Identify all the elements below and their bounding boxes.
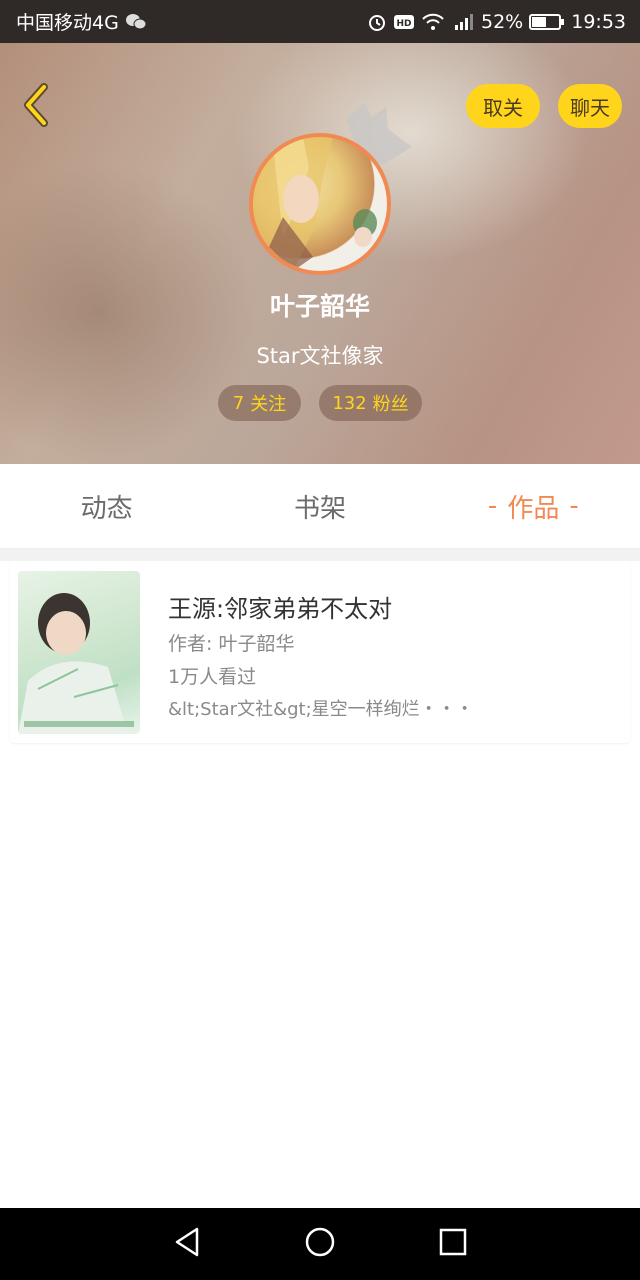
nav-recents-button[interactable] (429, 1220, 477, 1268)
following-label: 关注 (250, 394, 287, 415)
status-right: HD 52% 19:53 (367, 11, 626, 33)
following-chip[interactable]: 7 关注 (218, 385, 301, 421)
back-triangle-icon (172, 1226, 202, 1262)
book-card[interactable]: 王源:邻家弟弟不太对 作者: 叶子韶华 1万人看过 &lt;Star文社&gt;… (10, 561, 630, 743)
fans-label: 粉丝 (372, 394, 409, 415)
recents-square-icon (438, 1227, 468, 1261)
wifi-icon (421, 12, 445, 32)
profile-org: Star文社像家 (256, 344, 384, 368)
battery-percent: 52% (481, 10, 524, 33)
hd-icon: HD (393, 13, 415, 31)
fans-chip[interactable]: 132 粉丝 (319, 385, 422, 421)
chat-button[interactable]: 聊天 (558, 84, 622, 128)
tab-active-dash-left: - (487, 491, 498, 521)
tab-label: 动态 (80, 493, 133, 524)
clock: 19:53 (571, 10, 626, 33)
tab-bookshelf[interactable]: 书架 (213, 464, 426, 548)
fans-count: 132 (332, 392, 367, 414)
book-title: 王源:邻家弟弟不太对 (168, 595, 393, 623)
tab-label: 作品 (507, 493, 560, 524)
tab-active-dash-right: - (569, 491, 579, 521)
back-button[interactable] (14, 83, 58, 131)
tab-activity[interactable]: 动态 (0, 464, 213, 548)
book-author: 作者: 叶子韶华 (168, 633, 295, 655)
signal-icon (451, 12, 475, 32)
profile-name: 叶子韶华 (269, 292, 370, 321)
tab-label: 书架 (293, 493, 346, 524)
unfollow-button[interactable]: 取关 (466, 84, 540, 128)
status-left: 中国移动4G (16, 8, 147, 35)
divider-strip (0, 549, 640, 561)
home-circle-icon (304, 1226, 336, 1262)
tab-works[interactable]: - 作品 - (427, 464, 640, 548)
alarm-icon (367, 12, 387, 32)
svg-text:HD: HD (396, 19, 411, 29)
book-cover[interactable] (18, 571, 140, 734)
book-views: 1万人看过 (168, 666, 257, 688)
status-bar: 中国移动4G HD 52% 19:53 (0, 0, 640, 43)
profile-header: 取关 聊天 叶子韶华 Star文社像家 7 关注 132 粉丝 (0, 43, 640, 464)
system-nav-bar (0, 1208, 640, 1280)
battery-icon (529, 13, 565, 31)
book-description: &lt;Star文社&gt;星空一样绚烂・・・ (168, 699, 474, 720)
avatar[interactable] (249, 133, 391, 275)
carrier-label: 中国移动4G (16, 12, 119, 34)
wechat-icon (125, 13, 147, 31)
following-count: 7 (232, 392, 245, 414)
tab-bar: 动态 书架 - 作品 - (0, 464, 640, 549)
nav-home-button[interactable] (296, 1220, 344, 1268)
nav-back-button[interactable] (163, 1220, 211, 1268)
chevron-left-icon (20, 83, 52, 131)
